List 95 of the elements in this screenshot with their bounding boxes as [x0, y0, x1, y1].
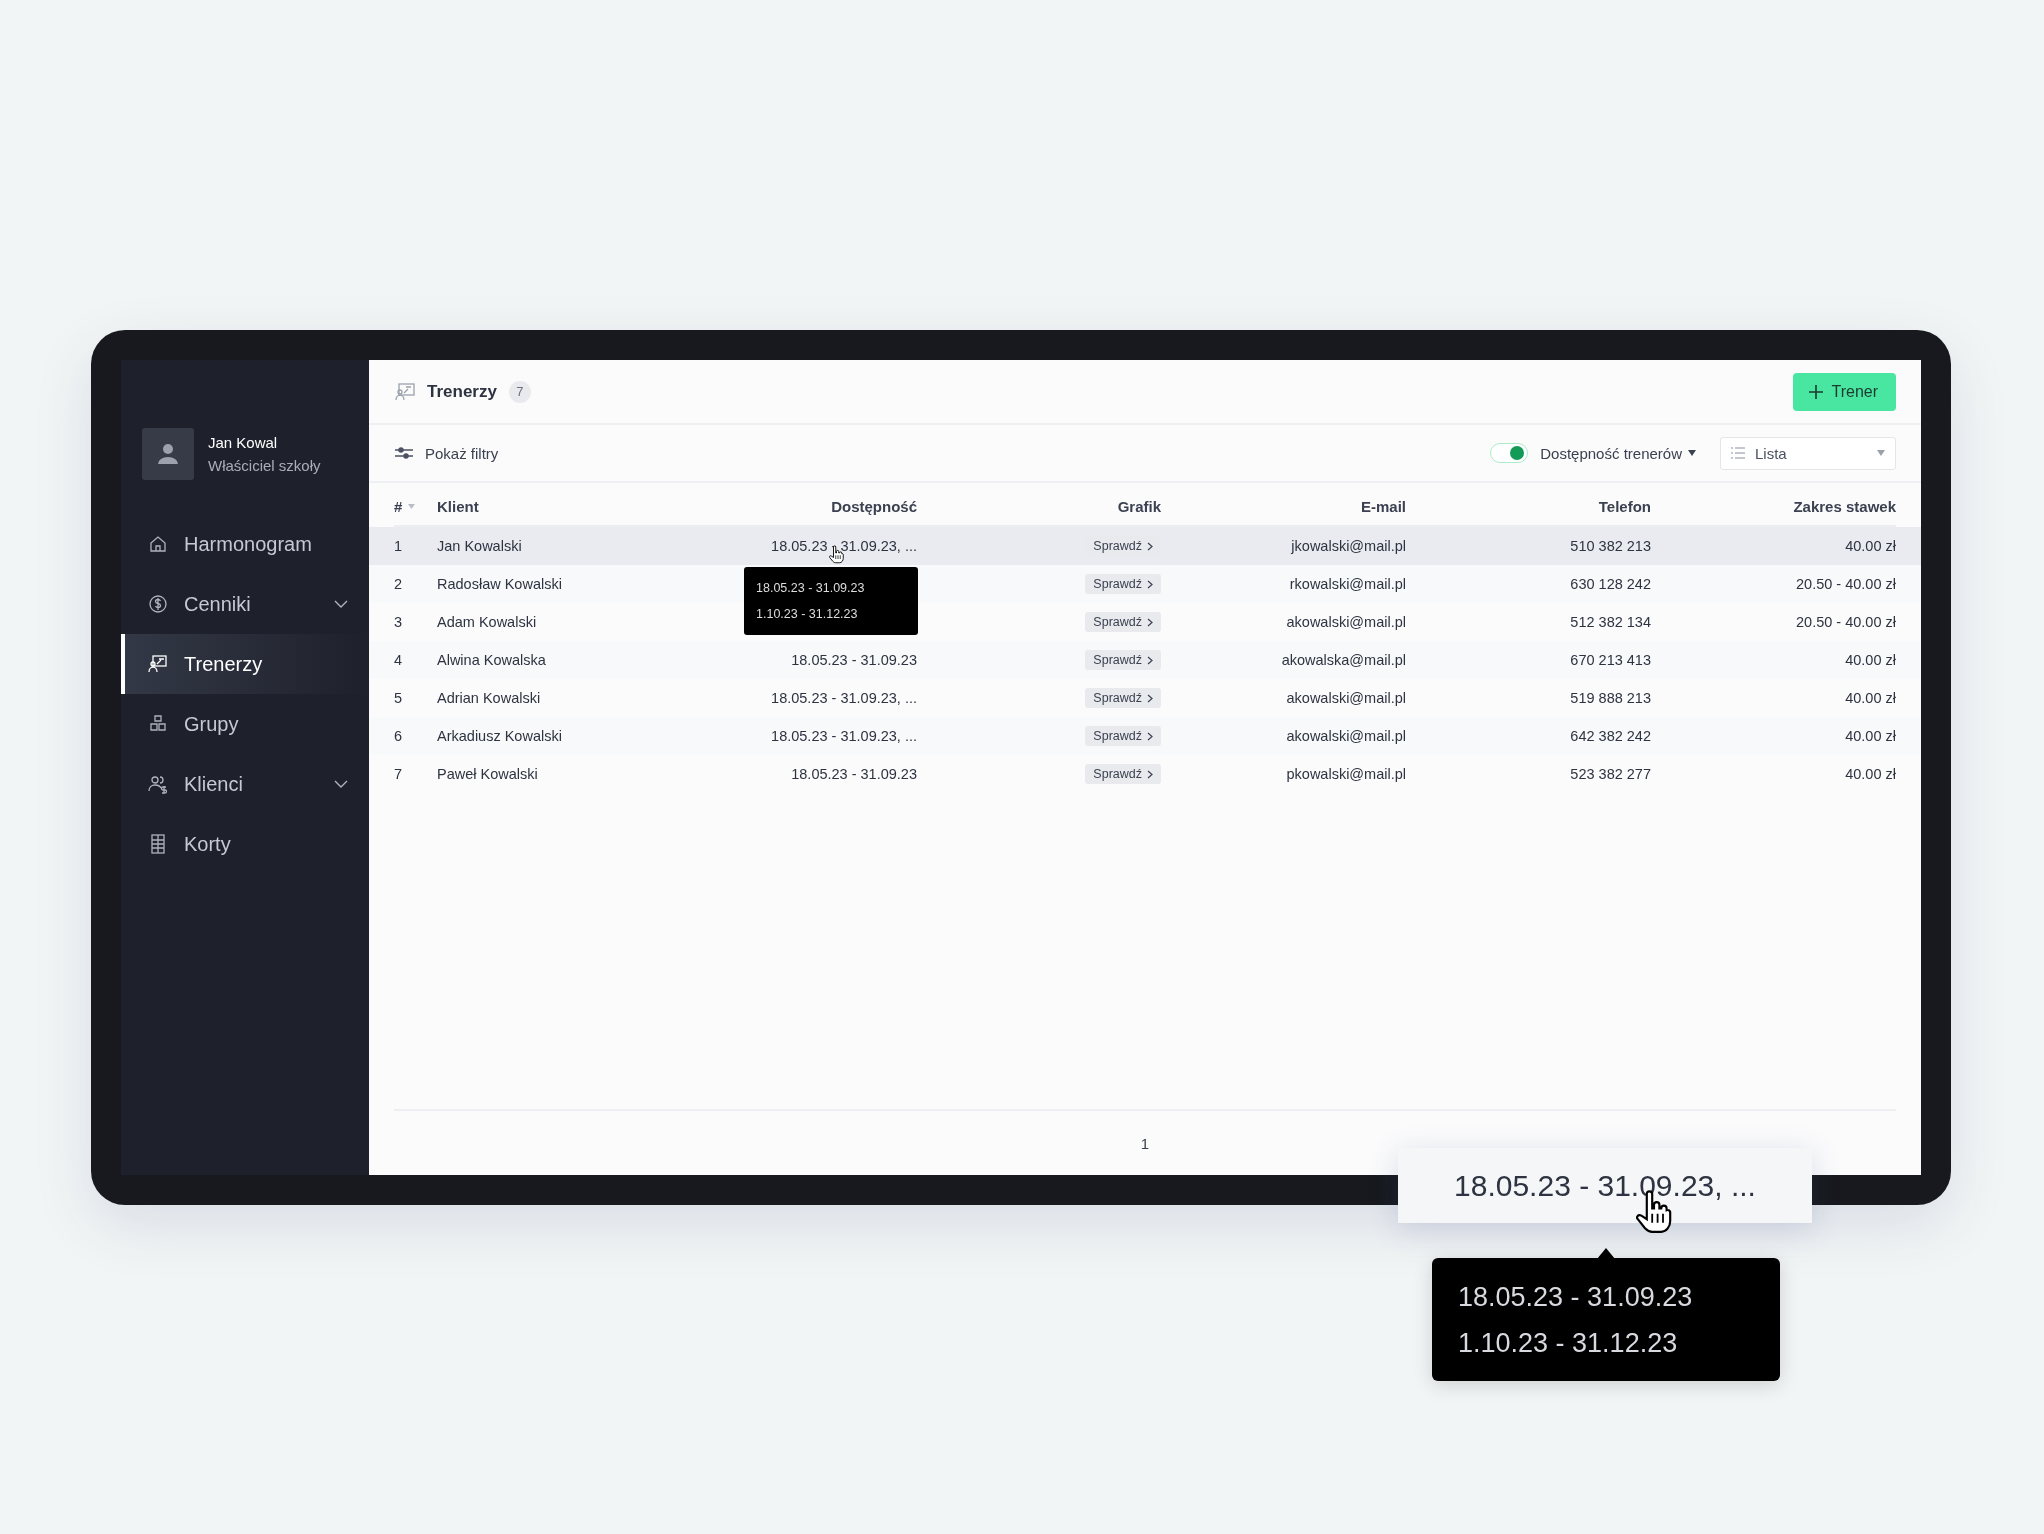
nav-item[interactable]: Klienci — [121, 754, 369, 814]
home-icon — [148, 534, 168, 554]
check-button[interactable]: Sprawdź — [1085, 726, 1161, 746]
users-icon — [148, 774, 168, 794]
page-number[interactable]: 1 — [1140, 1134, 1150, 1152]
list-icon — [1731, 447, 1745, 459]
table-cell: 20.50 - 40.00 zł — [1796, 614, 1896, 630]
nav-item[interactable]: Cenniki — [121, 574, 369, 634]
dollar-circle-icon — [148, 594, 168, 614]
table-cell: akowalski@mail.pl — [1286, 728, 1406, 744]
table-cell-text: Radosław Kowalski — [437, 576, 563, 592]
table-cell: 40.00 zł — [1845, 766, 1896, 782]
availability-toggle[interactable] — [1490, 443, 1529, 463]
table-cell: akowalska@mail.pl — [1281, 652, 1406, 668]
table-cell-text: Paweł Kowalski — [437, 766, 539, 782]
check-button[interactable]: Sprawdź — [1085, 612, 1161, 632]
chevron-right-icon — [1147, 769, 1153, 779]
building-icon — [148, 834, 168, 854]
column-header[interactable]: E-mail — [1361, 497, 1406, 515]
magnified-text: 18.05.23 - 31.09.23, ... — [1454, 1168, 1756, 1203]
table-cell: 18.05.23 - 31.09.23 — [791, 766, 917, 782]
check-button[interactable]: Sprawdź — [1085, 574, 1161, 594]
table-cell-text: Adrian Kowalski — [437, 690, 542, 706]
table-cell-text: 2 — [394, 576, 404, 592]
table-cell-text: Jan Kowalski — [437, 538, 523, 554]
user-role: Właściciel szkoły — [208, 457, 321, 474]
table-cell-text: Alwina Kowalska — [437, 652, 547, 668]
chevron-right-icon — [1147, 693, 1153, 703]
tooltip-line: 18.05.23 - 31.09.23 — [1458, 1281, 1694, 1314]
table-cell: 18.05.23 - 31.09.23, ... — [771, 538, 917, 554]
table-cell-text: Adam Kowalski — [437, 614, 538, 630]
check-button[interactable]: Sprawdź — [1085, 688, 1161, 708]
column-header[interactable]: # — [394, 497, 403, 515]
nav-item[interactable]: Harmonogram — [121, 514, 369, 574]
tooltip-line: 1.10.23 - 31.12.23 — [1458, 1327, 1679, 1360]
chevron-right-icon — [1147, 579, 1153, 589]
sort-icon[interactable] — [408, 503, 416, 509]
table-cell-text: 3 — [394, 614, 404, 630]
person-icon — [157, 443, 179, 465]
caret-icon — [1688, 450, 1696, 456]
caret-icon — [1877, 450, 1885, 456]
table-cell: rkowalski@mail.pl — [1289, 576, 1406, 592]
column-header[interactable]: Telefon — [1598, 497, 1651, 515]
table-cell: 18.05.23 - 31.09.23 — [791, 652, 917, 668]
nav-item[interactable]: Korty — [121, 814, 369, 874]
column-header[interactable]: Klient — [437, 497, 699, 515]
view-select[interactable]: Lista — [1720, 436, 1896, 470]
show-filters-button[interactable]: Pokaż filtry — [395, 444, 499, 462]
presentation-board-icon — [395, 382, 415, 401]
table-cell: pkowalski@mail.pl — [1286, 766, 1406, 782]
table-cell-text: Arkadiusz Kowalski — [437, 728, 563, 744]
user-name: Jan Kowal — [208, 434, 279, 451]
add-trainer-button[interactable]: Trener — [1793, 372, 1896, 411]
column-header[interactable]: Grafik — [1117, 497, 1161, 515]
table-cell: akowalski@mail.pl — [1286, 614, 1406, 630]
table-cell: 630 128 242 — [1570, 576, 1651, 592]
table-cell: 642 382 242 — [1570, 728, 1651, 744]
table-cell-text: 7 — [394, 766, 404, 782]
availability-dropdown[interactable]: Dostępność trenerów — [1540, 444, 1696, 462]
table-cell: 40.00 zł — [1845, 538, 1896, 554]
presentation-board-icon — [148, 654, 168, 674]
table-cell: akowalski@mail.pl — [1286, 690, 1406, 706]
table-cell: 512 382 134 — [1570, 614, 1651, 630]
table-cell: 40.00 zł — [1845, 690, 1896, 706]
chevron-right-icon — [1147, 617, 1153, 627]
tooltip-line: 1.10.23 - 31.12.23 — [756, 606, 859, 623]
table-cell: 20.50 - 40.00 zł — [1796, 576, 1896, 592]
table-cell: 40.00 zł — [1845, 728, 1896, 744]
table-cell: 18.05.23 - 31.09.23, ... — [771, 690, 917, 706]
check-button[interactable]: Sprawdź — [1085, 650, 1161, 670]
nav-item[interactable]: Grupy — [121, 694, 369, 754]
chevron-right-icon — [1147, 731, 1153, 741]
hovered-table-row[interactable]: 1 Jan Kowalski 18.05.23 - 31.09.23, ... Sprawdź jkowalski@mail.pl 510 382 213 40.00 zł — [369, 527, 1921, 565]
table-cell: 523 382 277 — [1570, 766, 1651, 782]
column-header[interactable]: Zakres stawek — [1793, 497, 1896, 515]
plus-icon — [1809, 384, 1824, 399]
chevron-right-icon — [1147, 655, 1153, 665]
table-cell: 510 382 213 — [1570, 538, 1651, 554]
check-button[interactable]: Sprawdź — [1085, 764, 1161, 784]
chevron-right-icon — [1147, 541, 1153, 551]
page-title: Trenerzy — [427, 381, 497, 402]
table-cell-text: 5 — [394, 690, 404, 706]
cubes-icon — [148, 714, 168, 734]
table-cell: 18.05.23 - 31.09.23, ... — [771, 728, 917, 744]
table-cell: 40.00 zł — [1845, 652, 1896, 668]
table-cell-text: 1 — [394, 538, 404, 554]
tooltip-line: 18.05.23 - 31.09.23 — [756, 580, 866, 597]
sliders-icon — [395, 447, 413, 459]
table-cell: jkowalski@mail.pl — [1291, 538, 1406, 554]
table-cell: 670 213 413 — [1570, 652, 1651, 668]
table-cell: 519 888 213 — [1570, 690, 1651, 706]
table-cell-text: 6 — [394, 728, 404, 744]
column-header[interactable]: Dostępność — [831, 497, 917, 515]
table-cell-text: 4 — [394, 652, 404, 668]
count-badge: 7 — [508, 380, 531, 403]
